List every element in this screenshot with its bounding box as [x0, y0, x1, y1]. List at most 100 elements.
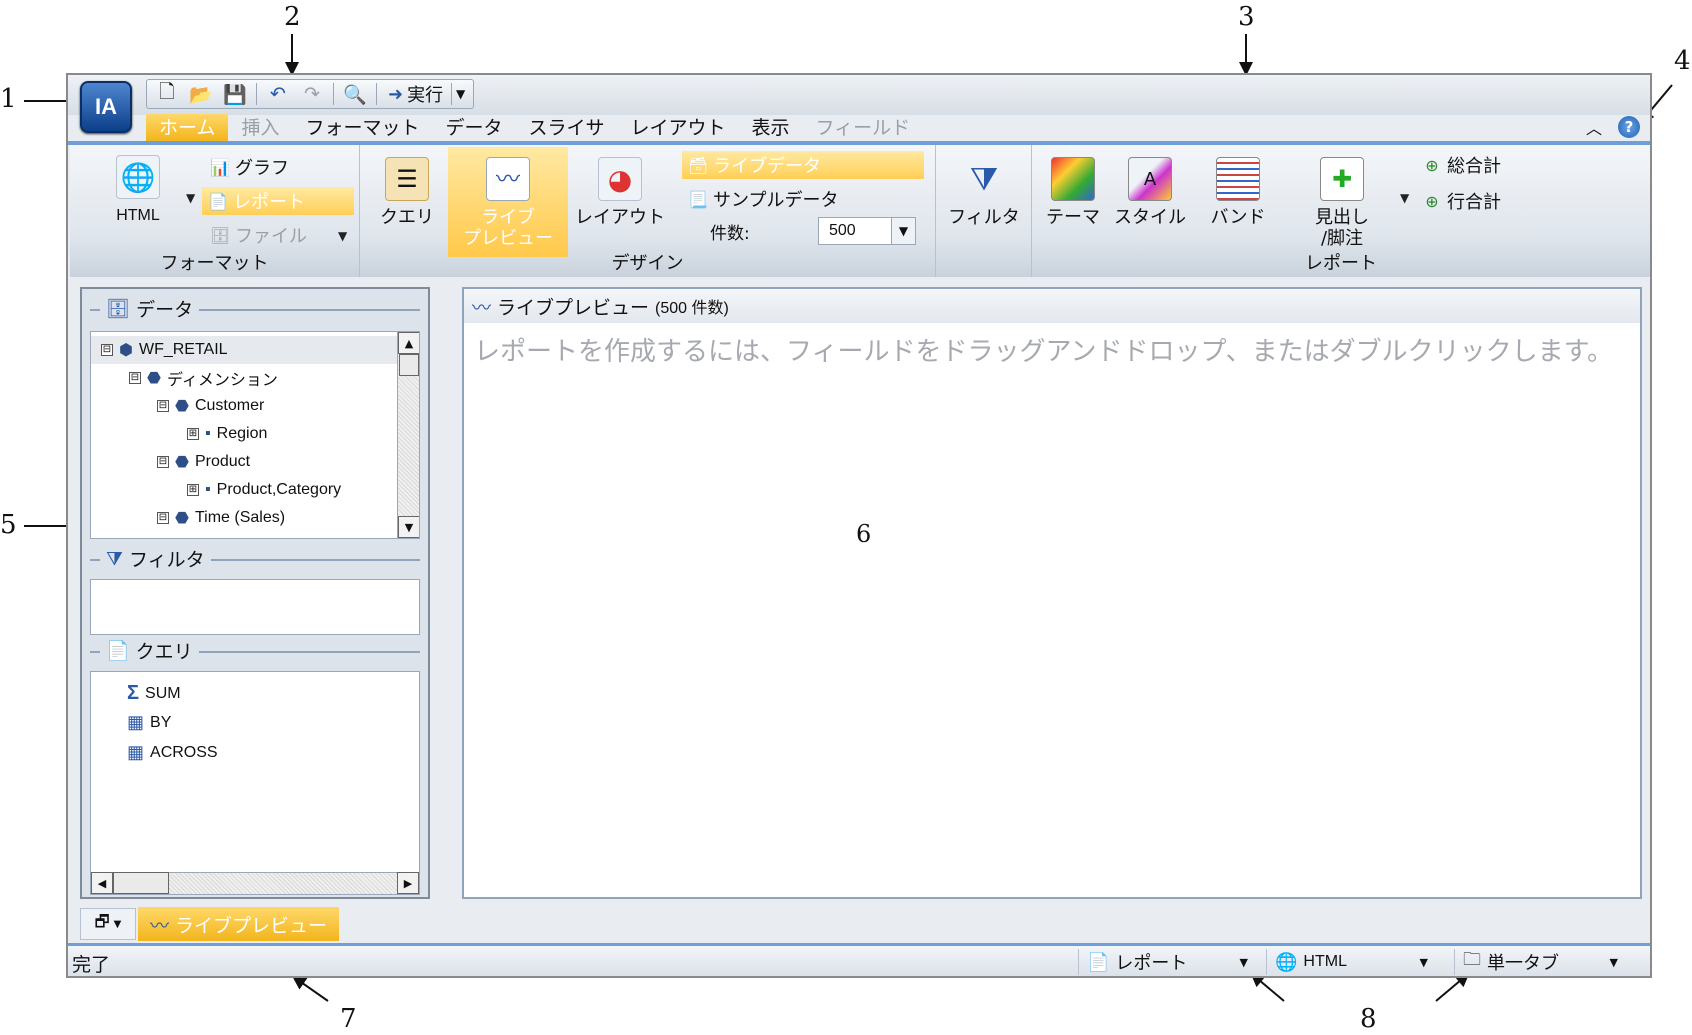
minimize-ribbon-icon[interactable]: ︿ [1586, 115, 1602, 139]
tab-mode-value: 単一タブ [1487, 953, 1559, 974]
tab-layout[interactable]: レイアウト [618, 114, 739, 141]
redo-icon[interactable]: ↷ [296, 81, 328, 107]
save-icon[interactable]: 💾 [219, 81, 251, 107]
data-tree[interactable]: ⊟ ⬢ WF_RETAIL ⊟ ⬣ ディメンション ⊟ ⬣ Customer ⊞… [90, 331, 420, 539]
print-preview-icon[interactable]: 🔍 [339, 81, 371, 107]
scroll-thumb[interactable] [399, 354, 419, 376]
scroll-down-icon[interactable]: ▼ [398, 516, 419, 538]
theme-icon [1051, 157, 1095, 201]
tree-item-region[interactable]: ⊞ ▪ Region [91, 420, 267, 448]
filter-button[interactable]: ⧩ フィルタ [940, 157, 1028, 229]
header-footer-label-1: 見出し [1315, 207, 1369, 228]
tab-home[interactable]: ホーム [146, 114, 229, 141]
grand-total-icon: ⊕ [1425, 155, 1439, 175]
grand-total-button[interactable]: ⊕ 総合計 [1416, 151, 1507, 179]
band-icon [1216, 157, 1260, 201]
style-button[interactable]: A スタイル [1108, 157, 1192, 228]
live-data-button[interactable]: 🗃 ライブデータ [682, 151, 924, 179]
canvas-record-count: (500 件数) [655, 300, 729, 317]
tree-item-wf-retail[interactable]: ⊟ ⬢ WF_RETAIL [91, 336, 401, 364]
query-item-by[interactable]: ▦ BY [127, 712, 171, 733]
sample-data-button[interactable]: 📃 サンプルデータ [682, 185, 844, 213]
app-menu-button[interactable]: IA [80, 81, 132, 133]
status-text: 完了 [72, 954, 111, 976]
report-button[interactable]: 📄 レポート [202, 187, 354, 215]
header-footer-button[interactable]: ✚ 見出し /脚注 [1294, 157, 1390, 249]
header-footer-dropdown-icon[interactable]: ▼ [1400, 191, 1409, 205]
scroll-up-icon[interactable]: ▲ [398, 332, 419, 354]
query-horizontal-scrollbar[interactable]: ◀ ▶ [91, 872, 419, 894]
callout-4: 4 [1674, 46, 1691, 76]
count-label: 件数: [710, 223, 750, 244]
tab-format[interactable]: フォーマット [292, 114, 432, 141]
callout-8-arrow-right [1435, 974, 1468, 1002]
query-area[interactable]: Σ SUM ▦ BY ▦ ACROSS ◀ ▶ [90, 671, 420, 895]
undo-icon[interactable]: ↶ [262, 81, 294, 107]
tree-vertical-scrollbar[interactable]: ▲ ▼ [397, 332, 419, 538]
file-button[interactable]: 🗄 ファイル [204, 221, 313, 249]
html-button[interactable]: 🌐 HTML [100, 155, 176, 226]
tab-insert[interactable]: 挿入 [228, 114, 292, 141]
filter-label: フィルタ [948, 207, 1020, 228]
query-button[interactable]: ☰ クエリ [370, 157, 444, 228]
collapse-icon[interactable]: ⊟ [101, 344, 113, 356]
theme-button[interactable]: テーマ [1036, 157, 1110, 228]
live-preview-label-2: プレビュー [463, 228, 553, 249]
query-item-across[interactable]: ▦ ACROSS [127, 742, 218, 763]
collapse-icon[interactable]: ⊟ [157, 512, 169, 524]
tree-item-time-sales[interactable]: ⊟ ⬣ Time (Sales) [91, 504, 285, 532]
format-select[interactable]: 🌐 HTML ▼ [1266, 949, 1434, 975]
expand-icon[interactable]: ⊞ [187, 484, 199, 496]
tree-item-dimension[interactable]: ⊟ ⬣ ディメンション [91, 364, 278, 392]
tab-field[interactable]: フィールド [803, 114, 924, 141]
window-icon: 🗗 [94, 911, 110, 931]
open-folder-icon[interactable]: 📂 [185, 81, 217, 107]
dimension-icon: ⬣ [175, 510, 189, 527]
run-button[interactable]: ➜ 実行 [382, 81, 449, 107]
tab-mode-select[interactable]: 🗀 単一タブ ▼ [1454, 949, 1624, 975]
tree-label: Time (Sales) [194, 509, 286, 526]
callout-1-arrow [24, 100, 68, 102]
live-preview-canvas[interactable]: 〰 ライブプレビュー (500 件数) レポートを作成するには、フィールドをドラ… [462, 287, 1642, 899]
tab-live-preview[interactable]: 〰 ライブプレビュー [138, 907, 340, 941]
file-dropdown-icon[interactable]: ▼ [338, 229, 347, 243]
callout-2: 2 [284, 2, 301, 32]
query-item-sum[interactable]: Σ SUM [127, 682, 181, 705]
row-total-button[interactable]: ⊕ 行合計 [1416, 187, 1507, 215]
scroll-thumb[interactable] [113, 872, 169, 894]
callout-1: 1 [0, 84, 17, 114]
across-grid-icon: ▦ [127, 742, 145, 762]
collapse-icon[interactable]: ⊟ [129, 372, 141, 384]
html-label: HTML [116, 207, 160, 224]
layout-button[interactable]: ◕ レイアウト [570, 157, 670, 228]
scroll-right-icon[interactable]: ▶ [397, 872, 419, 894]
count-select[interactable]: 500 ▼ [818, 217, 916, 245]
tree-item-product[interactable]: ⊟ ⬣ Product [91, 448, 250, 476]
graph-button[interactable]: 📊 グラフ [204, 153, 295, 181]
layout-label: レイアウト [575, 207, 665, 228]
view-switch-button[interactable]: 🗗 ▼ [80, 908, 136, 940]
callout-8: 8 [1360, 1004, 1377, 1034]
hierarchy-icon: ▪ [205, 425, 211, 442]
live-preview-button[interactable]: 〰 ライブ プレビュー [448, 147, 568, 257]
help-icon[interactable]: ? [1618, 116, 1640, 138]
grand-total-label: 総合計 [1447, 156, 1501, 177]
count-dropdown-icon[interactable]: ▼ [891, 218, 915, 244]
collapse-icon[interactable]: ⊟ [157, 400, 169, 412]
tab-view[interactable]: 表示 [739, 114, 803, 141]
tab-data[interactable]: データ [432, 114, 515, 141]
report-group: テーマ A スタイル バンド ✚ 見出し /脚注 ▼ ⊕ 総合計 ⊕ 行合計 レ… [1032, 145, 1650, 277]
tree-item-customer[interactable]: ⊟ ⬣ Customer [91, 392, 264, 420]
html-dropdown-icon[interactable]: ▼ [186, 191, 195, 205]
collapse-icon[interactable]: ⊟ [157, 456, 169, 468]
new-document-icon[interactable]: 🗋 [151, 81, 183, 107]
document-tabs: 🗗 ▼ 〰 ライブプレビュー [80, 907, 340, 941]
filter-area[interactable] [90, 579, 420, 635]
output-type-select[interactable]: 📄 レポート ▼ [1078, 949, 1254, 975]
expand-icon[interactable]: ⊞ [187, 428, 199, 440]
tree-item-product-category[interactable]: ⊞ ▪ Product,Category [91, 476, 341, 504]
scroll-left-icon[interactable]: ◀ [91, 872, 113, 894]
band-button[interactable]: バンド [1198, 157, 1278, 228]
tab-slicer[interactable]: スライサ [515, 114, 617, 141]
run-dropdown-icon[interactable]: ▼ [451, 83, 469, 105]
